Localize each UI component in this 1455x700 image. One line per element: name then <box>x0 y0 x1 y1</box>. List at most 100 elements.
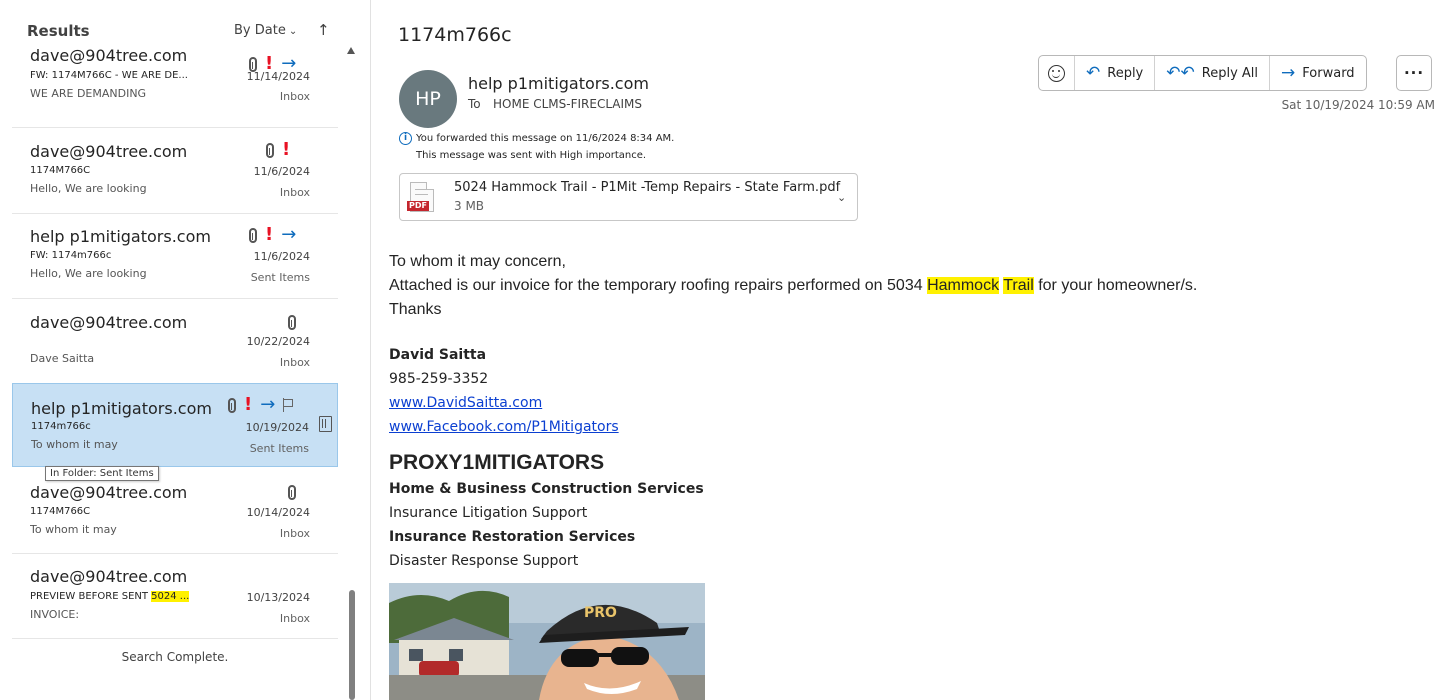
message-list-item[interactable]: dave@904tree.com PREVIEW BEFORE SENT 502… <box>12 554 338 639</box>
message-date: 11/14/2024 <box>246 70 310 83</box>
message-folder: Inbox <box>279 186 310 199</box>
message-date: 11/6/2024 <box>253 250 310 263</box>
sort-by-button[interactable]: By Date ⌄ <box>234 23 297 38</box>
email-subject: 1174m766c <box>398 24 512 46</box>
message-list-item[interactable]: dave@904tree.com 10/22/2024 Dave Saitta … <box>12 299 338 384</box>
email-body: To whom it may concern, Attached is our … <box>389 250 1439 322</box>
chevron-down-icon: ⌄ <box>288 26 298 37</box>
message-date: 10/14/2024 <box>246 506 310 519</box>
body-closing: Thanks <box>389 301 442 318</box>
message-sender: dave@904tree.com <box>30 313 188 332</box>
message-subject: 1174m766c <box>31 421 91 432</box>
photo-illustration: PRO <box>389 583 705 700</box>
forwarded-icon: → <box>260 394 276 415</box>
body-greeting: To whom it may concern, <box>389 253 566 270</box>
scrollbar-thumb[interactable] <box>349 590 355 700</box>
message-folder: Sent Items <box>249 442 309 455</box>
reply-label: Reply <box>1107 65 1144 81</box>
message-folder: Inbox <box>279 612 310 625</box>
signature-company: PROXY1MITIGATORS <box>389 451 605 474</box>
message-action-bar: ↶ Reply ↶↶ Reply All → Forward <box>1038 55 1367 91</box>
sender-name[interactable]: help p1mitigators.com <box>468 74 649 93</box>
body-line: Attached is our invoice for the temporar… <box>389 277 1198 294</box>
message-folder: Inbox <box>279 527 310 540</box>
svg-text:PRO: PRO <box>584 605 617 621</box>
message-subject: 1174M766C <box>30 506 91 517</box>
attachment-card[interactable]: PDF 5024 Hammock Trail - P1Mit -Temp Rep… <box>399 173 858 221</box>
forwarded-icon: → <box>281 224 297 245</box>
signature-name: David Saitta <box>389 347 487 363</box>
reply-all-label: Reply All <box>1201 65 1259 81</box>
sort-label: By Date <box>234 23 286 38</box>
message-sender: help p1mitigators.com <box>30 227 211 246</box>
message-sender: dave@904tree.com <box>30 483 188 502</box>
email-signature: David Saitta 985-259-3352 www.DavidSaitt… <box>389 343 704 573</box>
attachment-name: 5024 Hammock Trail - P1Mit -Temp Repairs… <box>454 180 841 195</box>
results-pane: Results By Date ⌄ ↑ dave@904tree.com ! → … <box>0 0 355 700</box>
forward-icon: → <box>1281 63 1296 83</box>
signature-service: Home & Business Construction Services <box>389 481 704 497</box>
message-preview: Hello, We are looking <box>30 267 147 280</box>
sent-date: Sat 10/19/2024 10:59 AM <box>1281 98 1435 112</box>
signature-website-link[interactable]: www.DavidSaitta.com <box>389 395 542 411</box>
forward-label: Forward <box>1302 65 1355 81</box>
search-highlight: 5024 ... <box>151 591 190 602</box>
message-list-item[interactable]: help p1mitigators.com ! → FW: 1174m766c … <box>12 214 338 299</box>
message-list-item[interactable]: dave@904tree.com ! 1174M766C 11/6/2024 H… <box>12 129 338 214</box>
reply-all-button[interactable]: ↶↶ Reply All <box>1155 56 1271 90</box>
more-actions-button[interactable]: ··· <box>1396 55 1432 91</box>
signature-service: Disaster Response Support <box>389 553 579 569</box>
reply-icon: ↶ <box>1086 63 1101 83</box>
message-list-item-selected[interactable]: help p1mitigators.com ! → 1174m766c 10/1… <box>12 383 338 467</box>
signature-service: Insurance Litigation Support <box>389 505 588 521</box>
message-sender: help p1mitigators.com <box>31 399 212 418</box>
attachment-icon <box>288 314 296 330</box>
pdf-file-icon: PDF <box>407 182 434 212</box>
signature-photo: PRO <box>389 583 705 700</box>
trash-icon[interactable] <box>319 416 332 432</box>
sender-avatar[interactable]: HP <box>399 70 457 128</box>
attachment-icon <box>266 142 274 158</box>
subject-text: PREVIEW BEFORE SENT <box>30 591 152 602</box>
chevron-down-icon[interactable]: ⌄ <box>837 191 846 204</box>
message-list-item[interactable]: dave@904tree.com 1174M766C 10/14/2024 To… <box>12 469 338 554</box>
message-date: 10/19/2024 <box>245 421 309 434</box>
recipient-name[interactable]: HOME CLMS-FIRECLAIMS <box>493 97 642 111</box>
attachment-icon <box>288 484 296 500</box>
scroll-up-arrow-icon[interactable] <box>347 47 355 54</box>
flag-icon[interactable] <box>283 398 294 412</box>
message-list-item[interactable]: dave@904tree.com ! → FW: 1174M766C - WE … <box>12 43 338 128</box>
search-highlight: Hammock <box>927 277 1000 294</box>
signature-facebook-link[interactable]: www.Facebook.com/P1Mitigators <box>389 419 619 435</box>
message-folder: Sent Items <box>250 271 310 284</box>
search-highlight: Trail <box>1003 277 1034 294</box>
message-folder: Inbox <box>279 90 310 103</box>
message-preview: To whom it may <box>31 438 118 451</box>
smiley-icon <box>1048 64 1065 82</box>
message-preview: Hello, We are looking <box>30 182 147 195</box>
message-subject: 1174M766C <box>30 165 91 176</box>
search-status: Search Complete. <box>121 650 229 664</box>
message-sender: dave@904tree.com <box>30 142 188 161</box>
importance-note: This message was sent with High importan… <box>416 150 647 161</box>
message-preview: To whom it may <box>30 523 117 536</box>
reply-all-icon: ↶↶ <box>1166 63 1195 83</box>
react-button[interactable] <box>1039 56 1075 90</box>
message-subject: PREVIEW BEFORE SENT 5024 ... <box>30 591 190 602</box>
message-date: 11/6/2024 <box>253 165 310 178</box>
attachment-icon <box>249 227 257 243</box>
results-scrollbar[interactable] <box>344 40 358 700</box>
message-preview: WE ARE DEMANDING <box>30 87 147 100</box>
reading-pane: 1174m766c HP help p1mitigators.com To HO… <box>371 0 1455 700</box>
sort-direction-icon[interactable]: ↑ <box>317 21 330 39</box>
attachment-size: 3 MB <box>454 199 485 213</box>
message-subject: FW: 1174m766c <box>30 250 112 261</box>
message-preview: Dave Saitta <box>30 352 95 365</box>
reply-button[interactable]: ↶ Reply <box>1075 56 1156 90</box>
message-date: 10/13/2024 <box>246 591 310 604</box>
signature-phone: 985-259-3352 <box>389 371 489 387</box>
pdf-badge: PDF <box>407 201 429 211</box>
forward-button[interactable]: → Forward <box>1270 56 1366 90</box>
signature-service: Insurance Restoration Services <box>389 529 636 545</box>
importance-icon: ! <box>244 394 253 415</box>
